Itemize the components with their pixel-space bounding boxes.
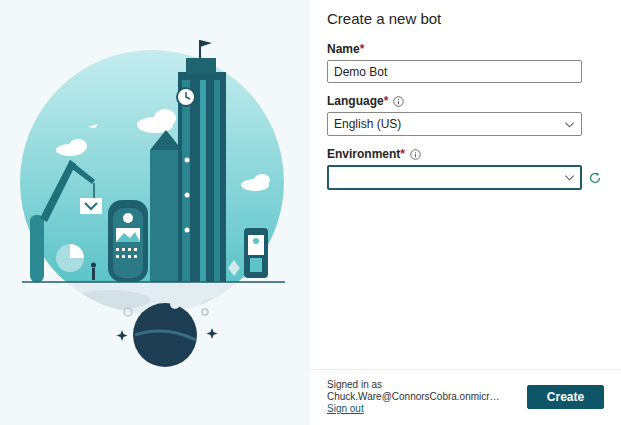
account-info: Signed in as Chuck.Ware@ConnorsCobra.onm… — [327, 379, 519, 415]
dialog-title: Create a new bot — [327, 9, 605, 29]
form-field: Language* English (US) — [327, 93, 605, 136]
footer-bar: Signed in as Chuck.Ware@ConnorsCobra.onm… — [310, 369, 621, 425]
field-row: English (US) — [327, 112, 605, 136]
required-mark: * — [400, 147, 405, 161]
field-row — [327, 165, 605, 190]
sign-out-link[interactable]: Sign out — [327, 403, 364, 414]
refresh-icon[interactable] — [588, 171, 602, 185]
label-text: Name — [327, 42, 360, 56]
label-text: Language — [327, 94, 384, 108]
create-button[interactable]: Create — [527, 385, 604, 409]
required-mark: * — [384, 94, 389, 108]
field-row — [327, 60, 605, 83]
field-label: Name* — [327, 41, 605, 57]
signed-in-text: Signed in as Chuck.Ware@ConnorsCobra.onm… — [327, 379, 519, 403]
dropdown-value[interactable] — [334, 167, 564, 188]
form-pane: Create a new bot Name*Language*English (… — [310, 0, 621, 425]
text-field[interactable] — [327, 60, 582, 83]
required-mark: * — [360, 42, 365, 56]
form-body: Create a new bot Name*Language*English (… — [310, 0, 621, 369]
label-text: Environment — [327, 147, 400, 161]
form-field: Name* — [327, 41, 605, 83]
info-icon[interactable] — [393, 96, 404, 107]
info-icon[interactable] — [410, 149, 421, 160]
field-list: Name*Language*English (US)Environment* — [327, 41, 605, 190]
form-field: Environment* — [327, 146, 605, 190]
dropdown-value[interactable]: English (US) — [334, 113, 564, 135]
field-label: Environment* — [327, 146, 605, 162]
dropdown[interactable] — [327, 165, 582, 190]
dropdown[interactable]: English (US) — [327, 112, 582, 136]
illustration-pane — [0, 0, 310, 425]
create-bot-dialog: Create a new bot Name*Language*English (… — [0, 0, 621, 425]
name-input[interactable] — [334, 62, 575, 82]
field-label: Language* — [327, 93, 605, 109]
button-area: Create — [527, 385, 604, 409]
city-illustration-icon — [0, 0, 310, 425]
chevron-down-icon[interactable] — [564, 119, 575, 130]
chevron-down-icon[interactable] — [564, 172, 575, 183]
